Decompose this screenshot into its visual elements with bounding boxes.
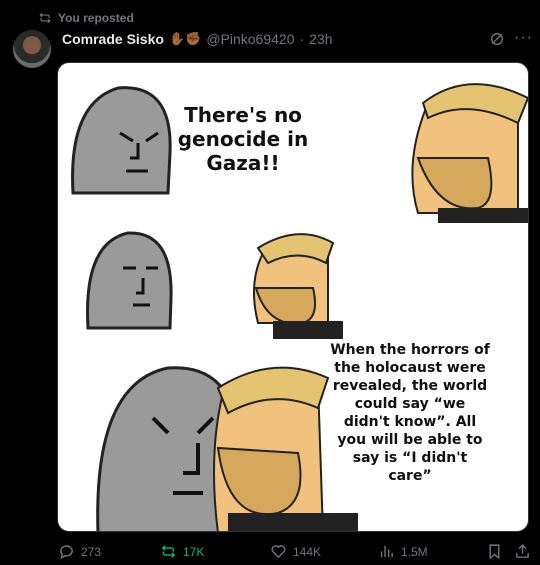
like-button[interactable]: 144K: [270, 543, 321, 560]
views-count: 1.5M: [401, 544, 428, 559]
reply-count: 273: [81, 544, 102, 559]
grok-icon[interactable]: [489, 31, 505, 47]
reply-icon: [60, 545, 73, 560]
like-count: 144K: [293, 544, 322, 559]
analytics-icon: [380, 545, 393, 558]
reply-button[interactable]: 273: [58, 543, 101, 560]
meme-caption-top: There's no genocide in Gaza!!: [177, 103, 309, 175]
repost-icon: [161, 545, 176, 558]
more-options-icon[interactable]: ···: [514, 29, 533, 47]
separator: ·: [299, 31, 305, 47]
author-emoji: ✋🏾✊🏾: [168, 31, 202, 46]
bookmark-icon: [489, 544, 500, 560]
post-header: Comrade Sisko ✋🏾✊🏾 @Pinko69420 · 23h: [62, 31, 333, 47]
chad-face-middle: [253, 233, 343, 339]
views-button[interactable]: 1.5M: [378, 543, 428, 560]
post-image[interactable]: There's no genocide in Gaza!! When the h…: [57, 62, 529, 532]
author-name[interactable]: Comrade Sisko: [62, 31, 164, 47]
share-button[interactable]: [514, 543, 531, 560]
npc-face-middle: [86, 231, 173, 330]
share-icon: [516, 544, 529, 558]
chad-face-top: [411, 83, 528, 223]
repost-count: 17K: [183, 544, 205, 559]
repost-button[interactable]: 17K: [160, 543, 204, 560]
npc-face-top: [71, 86, 172, 195]
avatar[interactable]: [13, 30, 51, 68]
post-time[interactable]: 23h: [309, 31, 332, 47]
repost-icon: [39, 12, 51, 24]
bookmark-button[interactable]: [486, 543, 503, 560]
repost-indicator: You reposted: [38, 11, 134, 25]
meme-caption-bottom: When the horrors of the holocaust were r…: [330, 342, 490, 484]
repost-label: You reposted: [58, 11, 134, 25]
heart-icon: [271, 545, 286, 559]
author-handle[interactable]: @Pinko69420: [206, 31, 294, 47]
